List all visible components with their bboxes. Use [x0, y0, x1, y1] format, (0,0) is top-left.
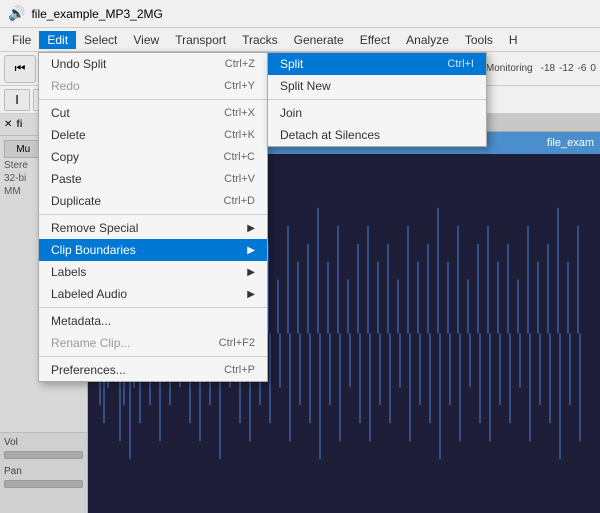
menu-clip-boundaries[interactable]: Clip Boundaries ▶ [39, 239, 267, 261]
track2-title-text: file_exam [547, 137, 594, 149]
duplicate-shortcut: Ctrl+D [224, 195, 255, 207]
delete-shortcut: Ctrl+K [224, 129, 255, 141]
cursor-tool-button[interactable]: I [4, 89, 30, 111]
menu-effect[interactable]: Effect [352, 31, 398, 49]
menu-analyze[interactable]: Analyze [398, 31, 457, 49]
volume-slider[interactable] [4, 451, 83, 459]
undo-split-shortcut: Ctrl+Z [225, 58, 255, 70]
menu-preferences[interactable]: Preferences... Ctrl+P [39, 359, 267, 381]
rename-clip-label: Rename Clip... [51, 336, 130, 350]
submenu-split[interactable]: Split Ctrl+I [268, 53, 486, 75]
labeled-audio-arrow: ▶ [247, 289, 255, 300]
menu-undo-split[interactable]: Undo Split Ctrl+Z [39, 53, 267, 75]
delete-label: Delete [51, 128, 86, 142]
menu-help[interactable]: H [501, 31, 526, 49]
cut-label: Cut [51, 106, 70, 120]
menu-rename-clip[interactable]: Rename Clip... Ctrl+F2 [39, 332, 267, 354]
menu-delete[interactable]: Delete Ctrl+K [39, 124, 267, 146]
monitoring-section: Monitoring -18 -12 -6 0 [486, 63, 596, 74]
track1-name-label: fi [16, 119, 22, 130]
preferences-label: Preferences... [51, 363, 126, 377]
labeled-audio-label: Labeled Audio [51, 287, 127, 301]
remove-special-arrow: ▶ [247, 223, 255, 234]
menu-file[interactable]: File [4, 31, 39, 49]
monitoring-level-0: 0 [590, 63, 596, 74]
submenu-separator-1 [268, 99, 486, 100]
copy-label: Copy [51, 150, 79, 164]
clip-boundaries-submenu: Split Ctrl+I Split New Join Detach at Si… [267, 52, 487, 147]
monitoring-level-neg18: -18 [541, 63, 555, 74]
track1-close-btn[interactable]: ✕ [4, 119, 12, 130]
app-icon: 🔊 [8, 5, 25, 22]
menu-select[interactable]: Select [76, 31, 125, 49]
join-label: Join [280, 106, 302, 120]
redo-shortcut: Ctrl+Y [224, 80, 255, 92]
mute-button[interactable]: Mu [4, 140, 43, 158]
separator-2 [39, 214, 267, 215]
monitoring-level-neg12: -12 [559, 63, 573, 74]
labels-arrow: ▶ [247, 267, 255, 278]
menu-cut[interactable]: Cut Ctrl+X [39, 102, 267, 124]
separator-3 [39, 307, 267, 308]
edit-menu-dropdown: Undo Split Ctrl+Z Redo Ctrl+Y Cut Ctrl+X… [38, 52, 268, 382]
duplicate-label: Duplicate [51, 194, 101, 208]
title-bar: 🔊 file_example_MP3_2MG [0, 0, 600, 28]
pan-label: Pan [4, 466, 83, 477]
rewind-button[interactable]: ⏮ [4, 55, 36, 83]
copy-shortcut: Ctrl+C [224, 151, 255, 163]
menu-paste[interactable]: Paste Ctrl+V [39, 168, 267, 190]
rename-clip-shortcut: Ctrl+F2 [219, 337, 255, 349]
submenu-split-new[interactable]: Split New [268, 75, 486, 97]
menu-view[interactable]: View [125, 31, 167, 49]
preferences-shortcut: Ctrl+P [224, 364, 255, 376]
submenu-detach-silences[interactable]: Detach at Silences [268, 124, 486, 146]
menu-tools[interactable]: Tools [457, 31, 501, 49]
submenu-join[interactable]: Join [268, 102, 486, 124]
split-label: Split [280, 57, 303, 71]
monitoring-level-neg6: -6 [578, 63, 587, 74]
redo-label: Redo [51, 79, 80, 93]
monitoring-label: Monitoring [486, 63, 533, 74]
menu-transport[interactable]: Transport [167, 31, 234, 49]
split-new-label: Split New [280, 79, 331, 93]
menu-labels[interactable]: Labels ▶ [39, 261, 267, 283]
menu-tracks[interactable]: Tracks [234, 31, 286, 49]
menu-edit[interactable]: Edit [39, 31, 76, 49]
volume-label: Vol [4, 437, 83, 448]
clip-boundaries-label: Clip Boundaries [51, 243, 136, 257]
remove-special-label: Remove Special [51, 221, 138, 235]
metadata-label: Metadata... [51, 314, 111, 328]
labels-label: Labels [51, 265, 86, 279]
separator-1 [39, 99, 267, 100]
paste-shortcut: Ctrl+V [224, 173, 255, 185]
title-bar-text: file_example_MP3_2MG [31, 7, 162, 21]
separator-4 [39, 356, 267, 357]
menu-remove-special[interactable]: Remove Special ▶ [39, 217, 267, 239]
paste-label: Paste [51, 172, 82, 186]
menu-redo[interactable]: Redo Ctrl+Y [39, 75, 267, 97]
menu-bar: File Edit Select View Transport Tracks G… [0, 28, 600, 52]
split-shortcut: Ctrl+I [447, 58, 474, 70]
menu-copy[interactable]: Copy Ctrl+C [39, 146, 267, 168]
menu-duplicate[interactable]: Duplicate Ctrl+D [39, 190, 267, 212]
volume-pan-area: Vol Pan [0, 433, 87, 513]
pan-slider[interactable] [4, 480, 83, 488]
menu-generate[interactable]: Generate [286, 31, 352, 49]
undo-split-label: Undo Split [51, 57, 106, 71]
menu-labeled-audio[interactable]: Labeled Audio ▶ [39, 283, 267, 305]
detach-silences-label: Detach at Silences [280, 128, 380, 142]
clip-boundaries-arrow: ▶ [247, 245, 255, 256]
cut-shortcut: Ctrl+X [224, 107, 255, 119]
menu-metadata[interactable]: Metadata... [39, 310, 267, 332]
